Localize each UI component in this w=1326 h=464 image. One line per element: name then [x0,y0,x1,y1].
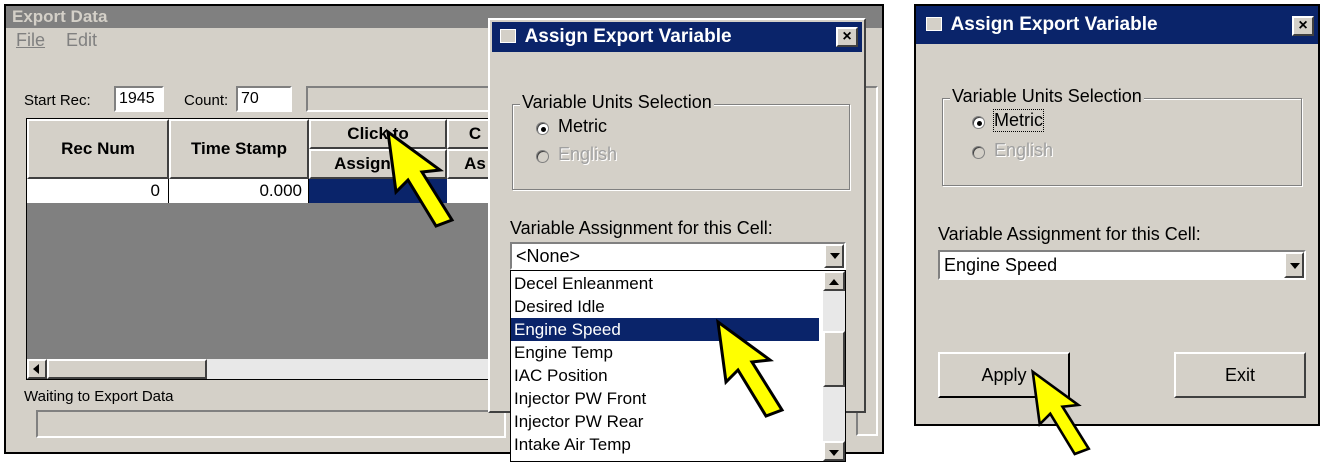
list-scroll-thumb[interactable] [823,331,845,387]
dialog-right-close-button[interactable]: × [1292,16,1314,36]
units-group-label-right: Variable Units Selection [950,86,1144,107]
metric-radio[interactable] [536,122,549,135]
scroll-down-button[interactable] [823,441,845,461]
arrow-down-icon [829,450,839,456]
variable-dropdown-list[interactable]: Decel Enleanment Desired Idle Engine Speed… [510,270,846,462]
scroll-thumb[interactable] [47,359,207,379]
assignment-label: Variable Assignment for this Cell: [510,218,773,238]
list-item[interactable]: Desired Idle [511,295,819,318]
assignment-label-right: Variable Assignment for this Cell: [938,224,1201,244]
grid-horizontal-scrollbar[interactable] [27,359,503,379]
start-rec-label: Start Rec: [24,92,91,109]
combo-dropdown-button-right[interactable] [1284,252,1304,278]
export-progress-bar-top [306,86,496,112]
list-item[interactable]: Decel Enleanment [511,272,819,295]
chevron-down-icon [830,253,840,259]
pointer-arrow-3 [1031,368,1091,456]
dialog-left-titlebar[interactable]: Assign Export Variable [492,22,862,52]
dialog-right-title: Assign Export Variable [950,14,1158,35]
arrow-left-icon [33,364,39,374]
dialog-left-title: Assign Export Variable [524,26,732,47]
count-input[interactable]: 70 [236,86,292,112]
status-label: Waiting to Export Data [24,388,174,405]
assign-dialog-right: Assign Export Variable × Variable Units … [914,4,1320,426]
english-radio-right[interactable] [972,146,985,159]
combo-dropdown-button[interactable] [824,244,844,268]
units-group-label: Variable Units Selection [520,92,714,113]
exit-button[interactable]: Exit [1174,352,1306,398]
dialog-right-titlebar[interactable]: Assign Export Variable [916,6,1318,44]
close-icon: × [1298,17,1308,34]
metric-label-right: Metric [993,109,1044,132]
english-label-right: English [994,140,1054,160]
scroll-left-button[interactable] [27,359,47,379]
grid-cell-rec-num[interactable]: 0 [27,179,169,203]
grid-header-time-stamp[interactable]: Time Stamp [169,119,309,179]
pointer-arrow-2 [716,318,785,418]
variable-combo-right[interactable]: Engine Speed [938,250,1306,280]
close-icon: × [842,28,852,45]
list-vertical-scrollbar[interactable] [823,271,845,461]
count-label: Count: [184,92,229,109]
export-window-title: Export Data [12,7,108,26]
dialog-left-close-button[interactable]: × [836,27,858,47]
chevron-down-icon [1290,263,1300,269]
assign-dialog-left: Assign Export Variable × Variable Units … [488,18,866,462]
menu-edit[interactable]: Edit [66,28,97,52]
metric-label: Metric [558,116,607,136]
arrow-up-icon [829,279,839,285]
app-icon [926,17,942,31]
pointer-arrow-1 [386,128,455,228]
app-icon [500,29,516,43]
english-radio[interactable] [536,150,549,163]
start-rec-input[interactable]: 1945 [114,86,164,112]
grid-header-rec-num[interactable]: Rec Num [27,119,169,179]
grid-cell-time-stamp[interactable]: 0.000 [169,179,309,203]
metric-radio-right[interactable] [972,116,985,129]
scroll-up-button[interactable] [823,271,845,291]
menu-file[interactable]: File [16,28,45,52]
list-item[interactable]: Intake Air Temp [511,433,819,456]
variable-combo[interactable]: <None> [510,242,846,270]
export-progress-bar [36,410,506,438]
english-label: English [558,144,618,164]
